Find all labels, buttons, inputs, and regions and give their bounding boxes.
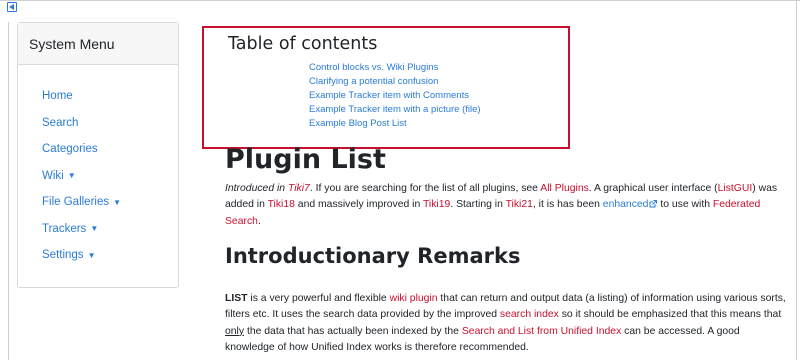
wiki-plugin-link[interactable]: wiki plugin: [390, 293, 438, 304]
sidebar-item-label: Settings: [42, 249, 84, 262]
tiki18-link[interactable]: Tiki18: [268, 199, 295, 210]
sidebar-column-edge: [8, 22, 9, 360]
search-and-list-link[interactable]: Search and List from Unified Index: [462, 326, 621, 337]
caret-down-icon: ▼: [67, 171, 76, 181]
caret-down-icon: ▼: [113, 197, 122, 207]
caret-down-icon: ▼: [90, 224, 99, 234]
sidebar-item-label: Search: [42, 116, 79, 129]
sidebar-item-settings[interactable]: Settings ▼: [18, 242, 178, 269]
collapse-sidebar-button[interactable]: [7, 2, 17, 12]
intro-text-part: .: [257, 215, 261, 227]
enhanced-link-label: enhanced: [602, 199, 649, 211]
listgui-link[interactable]: ListGUI: [718, 183, 753, 194]
toc-title: Table of contents: [228, 34, 378, 54]
intro-text-part: . A graphical user interface (: [588, 183, 718, 194]
remarks-text-part: is a very powerful and flexible: [247, 293, 390, 304]
toc-link[interactable]: Example Tracker item with a picture (fil…: [309, 103, 481, 117]
toc-link[interactable]: Clarifying a potential confusion: [309, 75, 481, 89]
system-menu-items: Home Search Categories Wiki ▼ File Galleries ▼…: [18, 65, 178, 269]
triangle-left-icon: [9, 4, 14, 10]
section-title-remarks: Introductionary Remarks: [225, 244, 521, 268]
sidebar-item-search[interactable]: Search: [18, 110, 178, 137]
intro-text: Introduced in Tiki7: [225, 183, 310, 194]
remarks-text-part: so it should be emphasized that this mea…: [558, 309, 782, 321]
sidebar-item-file-galleries[interactable]: File Galleries ▼: [18, 189, 178, 216]
system-menu-title: System Menu: [18, 23, 178, 65]
sidebar-item-trackers[interactable]: Trackers ▼: [18, 216, 178, 243]
sidebar-item-label: Home: [42, 90, 73, 103]
intro-text-part: . If you are searching for the list of a…: [309, 183, 541, 194]
search-index-link[interactable]: search index: [500, 309, 559, 320]
tiki21-link[interactable]: Tiki21: [506, 199, 533, 210]
toc-link[interactable]: Example Tracker item with Comments: [309, 89, 481, 103]
content-right-edge: [796, 0, 797, 360]
table-of-contents: Table of contents Control blocks vs. Wik…: [202, 26, 570, 149]
intro-text-part: and massively improved in: [294, 199, 423, 211]
page-title: Plugin List: [225, 144, 386, 175]
sidebar-item-home[interactable]: Home: [18, 83, 178, 110]
remarks-text-part: the data that has actually been indexed …: [244, 325, 462, 337]
intro-paragraph: Introduced in Tiki7. If you are searchin…: [225, 181, 791, 230]
sidebar-item-label: Wiki: [42, 169, 64, 182]
top-border: [0, 0, 800, 1]
all-plugins-link[interactable]: All Plugins: [540, 183, 589, 194]
intro-text-part: . Starting in: [450, 199, 506, 211]
tiki7-link[interactable]: Tiki7: [288, 183, 310, 194]
sidebar-item-label: Trackers: [42, 222, 87, 235]
sidebar-item-label: Categories: [42, 143, 98, 156]
toc-link[interactable]: Control blocks vs. Wiki Plugins: [309, 61, 481, 75]
only-emphasis: only: [225, 325, 245, 337]
intro-text-part: , it is has been: [532, 199, 603, 211]
toc-link[interactable]: Example Blog Post List: [309, 117, 481, 131]
sidebar-item-categories[interactable]: Categories: [18, 136, 178, 163]
sidebar-item-label: File Galleries: [42, 196, 110, 209]
toc-list: Control blocks vs. Wiki Plugins Clarifyin…: [309, 61, 481, 131]
enhanced-external-link[interactable]: enhanced: [603, 199, 658, 210]
system-menu: System Menu Home Search Categories Wiki ▼ Fil…: [17, 22, 179, 288]
intro-text-part: to use with: [657, 199, 713, 211]
intro-text-part: Introduced in: [225, 183, 288, 194]
sidebar-item-wiki[interactable]: Wiki ▼: [18, 163, 178, 190]
caret-down-icon: ▼: [87, 250, 96, 260]
list-keyword: LIST: [225, 293, 248, 304]
remarks-paragraph: LIST is a very powerful and flexible wik…: [225, 291, 791, 357]
tiki19-link[interactable]: Tiki19: [423, 199, 450, 210]
